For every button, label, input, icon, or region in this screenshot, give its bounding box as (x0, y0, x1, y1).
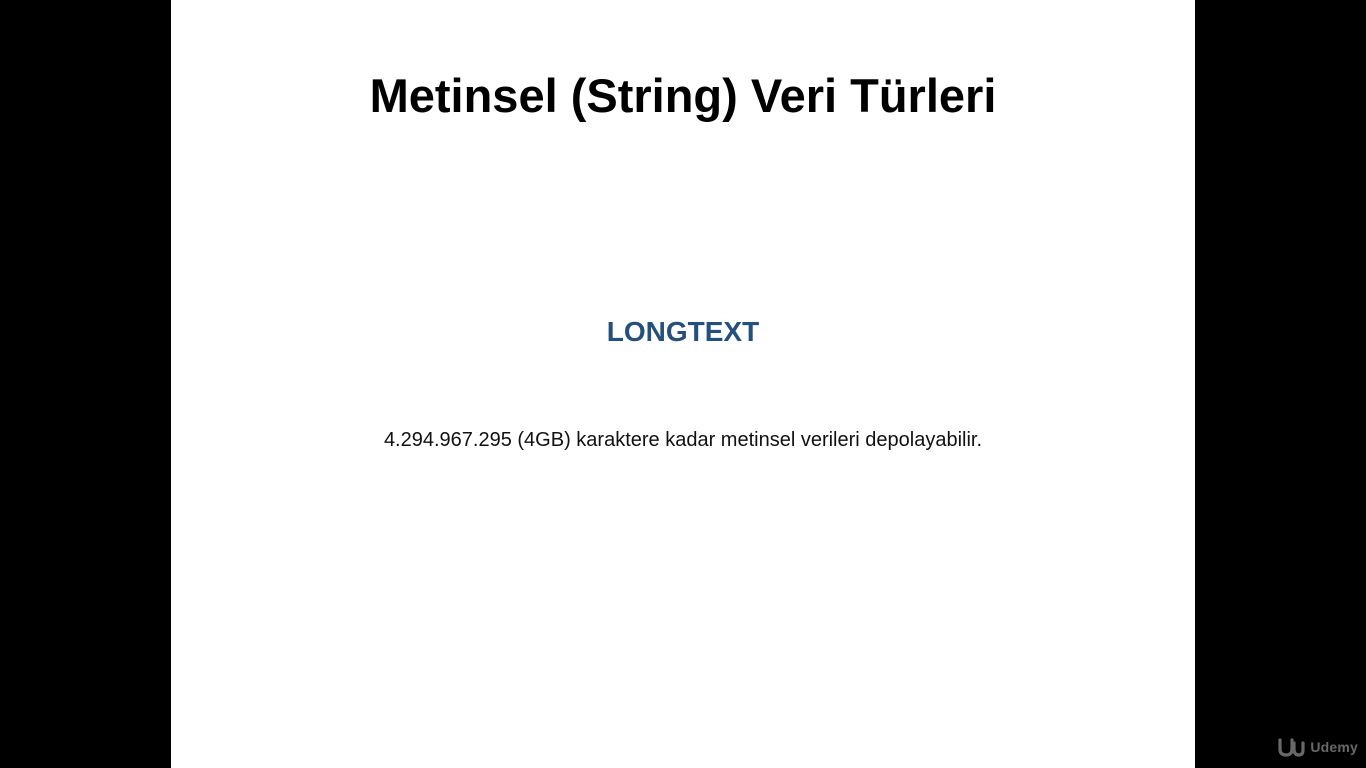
presentation-slide: Metinsel (String) Veri Türleri LONGTEXT … (171, 0, 1195, 768)
udemy-logo-icon (1278, 738, 1305, 757)
slide-title: Metinsel (String) Veri Türleri (369, 69, 997, 122)
watermark-label: Udemy (1310, 739, 1358, 755)
udemy-watermark: Udemy (1277, 736, 1358, 758)
slide-body-text: 4.294.967.295 (4GB) karaktere kadar meti… (383, 429, 983, 451)
slide-subtitle: LONGTEXT (606, 316, 760, 347)
video-player[interactable]: Metinsel (String) Veri Türleri LONGTEXT … (0, 0, 1366, 768)
